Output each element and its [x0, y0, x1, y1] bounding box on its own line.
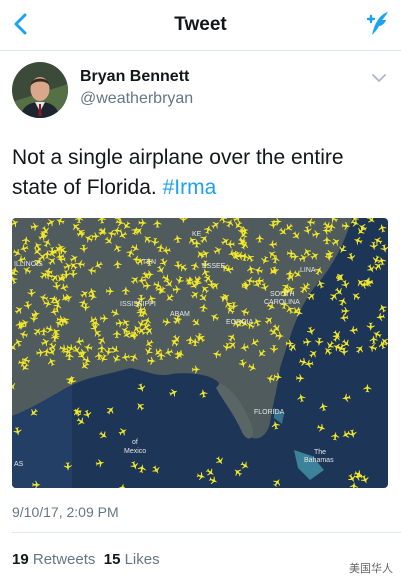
map-svg: KE ILLINOIS TEN ESSEE SOUTH CAROLINA LIN…: [12, 218, 388, 488]
map-label: The: [314, 449, 326, 456]
tweet-text: Not a single airplane over the entire st…: [12, 143, 382, 203]
map-label: TEN: [142, 259, 156, 266]
map-label: AS: [14, 461, 24, 468]
avatar[interactable]: [12, 62, 68, 118]
flight-map-image[interactable]: KE ILLINOIS TEN ESSEE SOUTH CAROLINA LIN…: [12, 218, 388, 488]
map-label: CAROLINA: [264, 299, 300, 306]
watermark: 美国华人: [349, 563, 393, 575]
retweets-count[interactable]: 19: [12, 551, 29, 568]
map-label: Bahamas: [304, 457, 334, 464]
author-name[interactable]: Bryan Bennett: [80, 68, 189, 86]
map-label: SOUTH: [270, 291, 295, 298]
map-label: KE: [192, 231, 202, 238]
hashtag-link[interactable]: #Irma: [163, 176, 217, 199]
map-label: EORGIA: [226, 319, 254, 326]
map-label: ILLINOIS: [14, 261, 43, 268]
map-label: ABAM: [170, 311, 190, 318]
map-label: ISSISSIPPI: [120, 301, 156, 308]
retweets-label[interactable]: Retweets: [33, 551, 96, 568]
tweet-stats: 19 Retweets 15 Likes: [12, 551, 160, 568]
tweet-timestamp: 9/10/17, 2:09 PM: [12, 504, 119, 520]
map-label: LINA: [300, 267, 316, 274]
page-title: Tweet: [174, 14, 227, 35]
compose-tweet-icon[interactable]: [361, 9, 391, 39]
map-label: FLORIDA: [254, 409, 285, 416]
divider: [12, 532, 401, 533]
map-label: ESSEE: [202, 263, 226, 270]
likes-label[interactable]: Likes: [125, 551, 160, 568]
likes-count[interactable]: 15: [104, 551, 121, 568]
top-bar: Tweet: [0, 0, 401, 51]
map-label: of: [132, 439, 138, 446]
map-label: Mexico: [124, 448, 146, 455]
author-handle[interactable]: @weatherbryan: [80, 90, 193, 108]
chevron-down-icon[interactable]: [371, 72, 387, 84]
